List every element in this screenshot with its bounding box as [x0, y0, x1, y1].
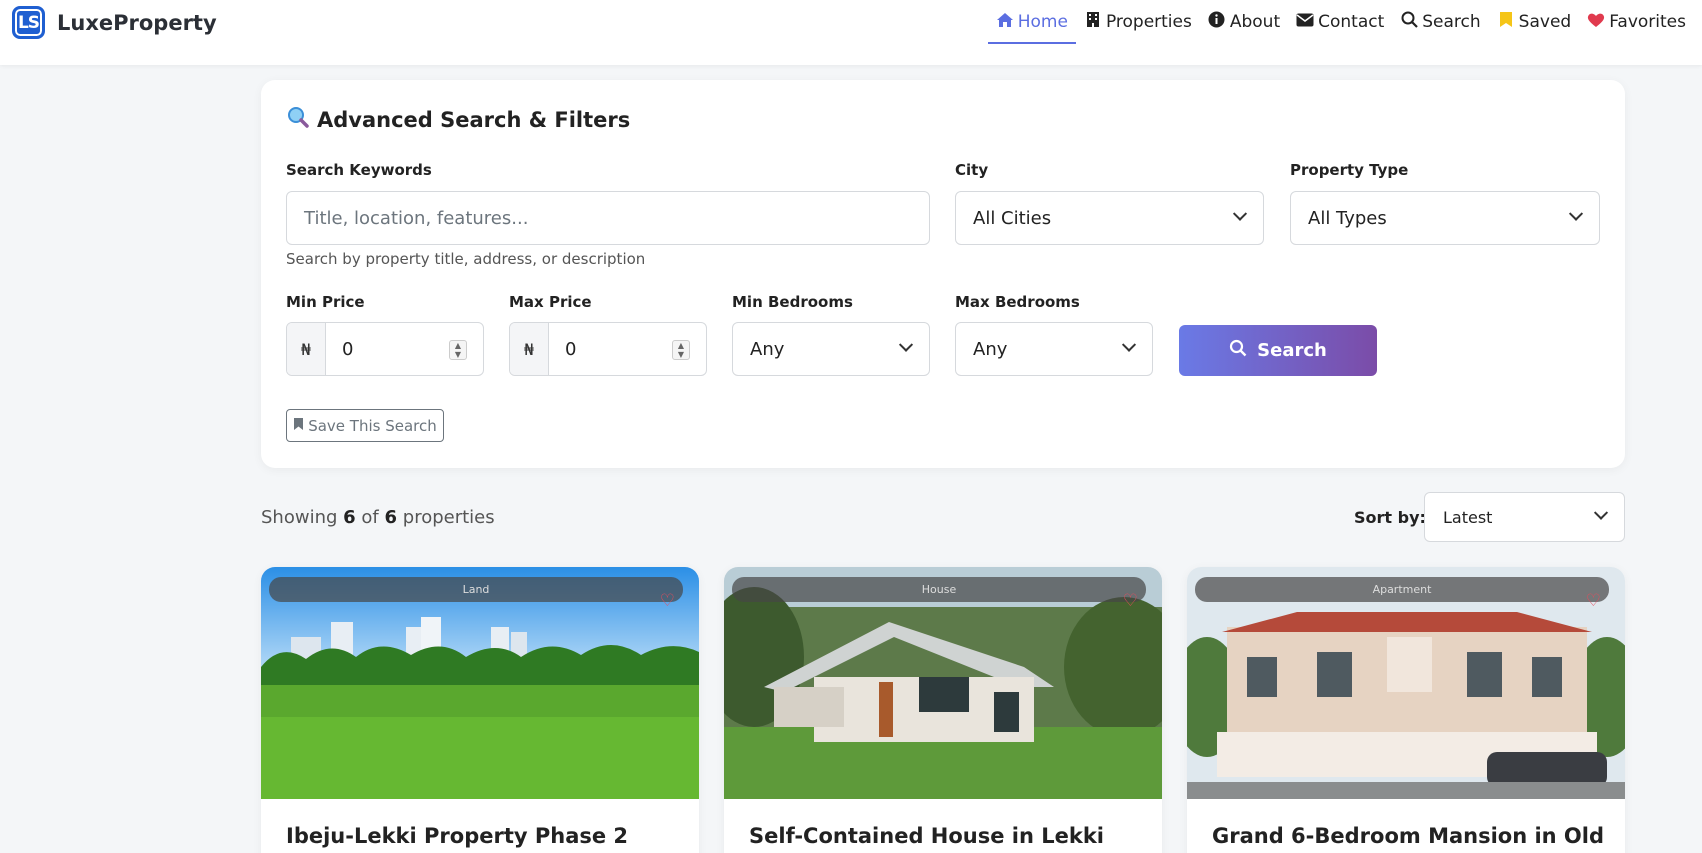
search-card-title: Advanced Search & Filters: [287, 106, 630, 133]
envelope-icon: [1296, 12, 1314, 32]
chevron-down-icon: [898, 337, 914, 352]
brand-logo: LS: [12, 6, 45, 39]
keywords-input[interactable]: Title, location, features...: [286, 191, 930, 245]
favorite-heart-icon[interactable]: ♡: [1123, 591, 1138, 611]
results-total: 6: [384, 507, 398, 528]
property-type-label: Property Type: [1290, 161, 1409, 179]
nav-contact[interactable]: Contact: [1288, 0, 1392, 44]
keywords-help-text: Search by property title, address, or de…: [286, 250, 646, 268]
number-spinner-icon[interactable]: ▲ ▼: [449, 340, 467, 360]
property-image[interactable]: House ♡: [724, 567, 1162, 799]
nav-home[interactable]: Home: [987, 0, 1077, 44]
nav-contact-label: Contact: [1318, 12, 1385, 32]
results-of: of: [361, 507, 379, 528]
keywords-label: Search Keywords: [286, 161, 432, 179]
property-title[interactable]: Self-Contained House in Lekki: [749, 824, 1104, 848]
results-shown: 6: [343, 507, 356, 528]
nav-saved-label: Saved: [1518, 12, 1572, 32]
results-suffix: properties: [402, 507, 495, 528]
property-card[interactable]: House ♡ Self-Contained House in Lekki: [724, 567, 1162, 853]
nav-about[interactable]: About: [1200, 0, 1288, 44]
nav-favorites-label: Favorites: [1609, 12, 1686, 32]
property-title[interactable]: Ibeju-Lekki Property Phase 2: [286, 824, 628, 848]
navbar: LS LuxeProperty Home Properties About Co…: [0, 0, 1702, 65]
search-icon: [1229, 339, 1247, 362]
search-button-label: Search: [1257, 340, 1327, 361]
property-card[interactable]: Land ♡ Ibeju-Lekki Property Phase 2: [261, 567, 699, 853]
max-price-label: Max Price: [509, 293, 592, 311]
info-icon: [1208, 11, 1226, 33]
chevron-down-icon: [1593, 505, 1609, 520]
results-count: Showing 6 of 6 properties: [261, 507, 495, 528]
city-select[interactable]: All Cities: [955, 191, 1264, 245]
min-price-group: ₦ 0 ▲ ▼: [286, 322, 484, 376]
property-type-select[interactable]: All Types: [1290, 191, 1600, 245]
nav-saved[interactable]: Saved: [1489, 0, 1580, 44]
nav-about-label: About: [1229, 12, 1281, 32]
sort-select[interactable]: Latest: [1424, 492, 1625, 542]
max-price-value: 0: [565, 338, 577, 360]
search-button[interactable]: Search: [1179, 325, 1377, 376]
max-price-input[interactable]: 0 ▲ ▼: [549, 323, 706, 375]
min-bedrooms-select[interactable]: Any: [732, 322, 930, 376]
min-bedrooms-value: Any: [750, 338, 785, 360]
chevron-down-icon: [1568, 206, 1584, 221]
home-icon: [996, 12, 1014, 33]
favorite-heart-icon[interactable]: ♡: [1586, 591, 1601, 611]
min-price-input[interactable]: 0 ▲ ▼: [326, 323, 483, 375]
property-title[interactable]: Grand 6-Bedroom Mansion in Old: [1212, 824, 1604, 848]
property-image[interactable]: Apartment ♡: [1187, 567, 1625, 799]
min-price-label: Min Price: [286, 293, 365, 311]
heart-icon: [1587, 12, 1605, 33]
max-bedrooms-label: Max Bedrooms: [955, 293, 1080, 311]
city-select-value: All Cities: [973, 207, 1052, 229]
nav-search-label: Search: [1422, 12, 1481, 32]
nav-favorites[interactable]: Favorites: [1579, 0, 1694, 44]
building-icon: [1084, 11, 1102, 33]
search-filter-card: Advanced Search & Filters Search Keyword…: [261, 80, 1625, 468]
search-card-title-text: Advanced Search & Filters: [317, 107, 631, 132]
sort-select-value: Latest: [1443, 507, 1493, 527]
property-type-badge: House: [732, 577, 1146, 602]
naira-symbol: ₦: [287, 323, 326, 375]
nav-properties[interactable]: Properties: [1076, 0, 1200, 44]
max-price-group: ₦ 0 ▲ ▼: [509, 322, 707, 376]
max-bedrooms-select[interactable]: Any: [955, 322, 1153, 376]
property-type-select-value: All Types: [1308, 207, 1387, 229]
brand[interactable]: LS LuxeProperty: [12, 6, 217, 39]
city-label: City: [955, 161, 989, 179]
magnifier-icon: [287, 106, 309, 133]
min-price-value: 0: [342, 338, 354, 360]
property-image[interactable]: Land ♡: [261, 567, 699, 799]
save-search-label: Save This Search: [308, 416, 437, 435]
min-bedrooms-label: Min Bedrooms: [732, 293, 853, 311]
nav-home-label: Home: [1017, 12, 1068, 32]
results-prefix: Showing: [261, 507, 338, 528]
chevron-down-icon: [1232, 206, 1248, 221]
naira-symbol: ₦: [510, 323, 549, 375]
max-bedrooms-value: Any: [973, 338, 1008, 360]
property-type-badge: Land: [269, 577, 683, 602]
save-search-button[interactable]: Save This Search: [286, 409, 444, 442]
number-spinner-icon[interactable]: ▲ ▼: [672, 340, 690, 360]
favorite-heart-icon[interactable]: ♡: [660, 591, 675, 611]
main-nav: Home Properties About Contact Search Sav…: [987, 0, 1694, 44]
nav-search[interactable]: Search: [1392, 0, 1488, 44]
bookmark-icon: [1497, 11, 1515, 33]
search-icon: [1400, 11, 1418, 33]
sort-label: Sort by:: [1354, 508, 1426, 527]
chevron-down-icon: [1121, 337, 1137, 352]
property-type-badge: Apartment: [1195, 577, 1609, 602]
nav-properties-label: Properties: [1105, 12, 1192, 32]
brand-name: LuxeProperty: [57, 10, 217, 35]
bookmark-icon: [293, 417, 304, 435]
property-card[interactable]: Apartment ♡ Grand 6-Bedroom Mansion in O…: [1187, 567, 1625, 853]
